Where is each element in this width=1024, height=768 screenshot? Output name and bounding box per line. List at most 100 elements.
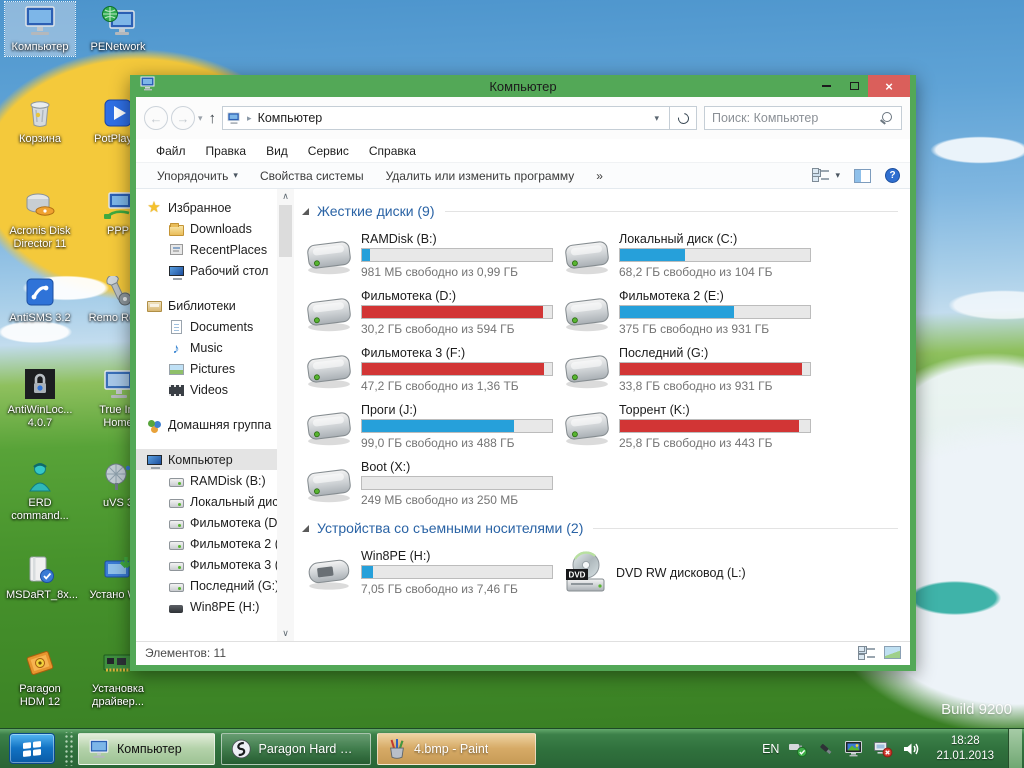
usb-drive-icon [307, 558, 351, 590]
display-settings-icon[interactable] [844, 740, 864, 758]
sidebar-item-win8pe-h[interactable]: Win8PE (H:) [136, 596, 294, 617]
drive-tile-torrent-k[interactable]: Торрент (K:) 25,8 ГБ свободно из 443 ГБ [562, 398, 820, 455]
taskbar-grip [63, 731, 74, 766]
sidebar-item-pictures[interactable]: Pictures [136, 358, 294, 379]
sidebar-group-computer[interactable]: Компьютер [136, 449, 294, 470]
hard-drive-icon [306, 411, 352, 446]
phone-icon [22, 275, 58, 309]
volume-icon[interactable] [902, 740, 922, 758]
erd-figure-icon [22, 460, 58, 494]
desktop-icon-recycle-bin[interactable]: Корзина [5, 94, 75, 148]
sidebar-item-music[interactable]: ♪ Music [136, 337, 294, 358]
hard-drive-icon [306, 240, 352, 275]
back-button[interactable]: ← [144, 106, 168, 130]
sidebar-item-filmoteka2-e[interactable]: Фильмотека 2 (Е [136, 533, 294, 554]
taskbar-button-computer[interactable]: Компьютер [78, 732, 215, 765]
menu-file[interactable]: Файл [146, 139, 196, 162]
sidebar-item-filmoteka3-f[interactable]: Фильмотека 3 (F [136, 554, 294, 575]
language-indicator[interactable]: EN [762, 742, 779, 756]
drive-tile-win8pe-h[interactable]: Win8PE (H:) 7,05 ГБ свободно из 7,46 ГБ [304, 544, 562, 601]
minimize-button[interactable] [812, 75, 840, 97]
network-error-icon[interactable] [873, 740, 893, 758]
navigation-pane: ★ Избранное Downloads RecentPlaces Рабоч… [136, 189, 294, 641]
desktop-icon-penetwork[interactable]: PENetwork [83, 2, 153, 56]
organize-button[interactable]: Упорядочить ▾ [146, 163, 249, 188]
drive-tile-ramdisk-b[interactable]: RAMDisk (B:) 981 МБ свободно из 0,99 ГБ [304, 227, 562, 284]
forward-button[interactable]: → [171, 106, 195, 130]
history-dropdown-icon[interactable]: ▾ [198, 113, 203, 124]
command-bar: Упорядочить ▾ Свойства системы Удалить ил… [136, 162, 910, 189]
sidebar-group-homegroup[interactable]: Домашняя группа [136, 414, 294, 435]
desktop-icon-msdart[interactable]: MSDaRT_8x... [5, 550, 78, 604]
sidebar-item-local-disk-c[interactable]: Локальный диск [136, 491, 294, 512]
sidebar-item-desktop[interactable]: Рабочий стол [136, 260, 294, 281]
up-button[interactable]: ↑ [209, 110, 217, 127]
toolbar-overflow-button[interactable]: » [585, 163, 614, 188]
sidebar-group-libraries[interactable]: Библиотеки [136, 295, 294, 316]
items-count: Элементов: 11 [145, 645, 226, 660]
address-dropdown-icon[interactable]: ▾ [648, 113, 665, 124]
menu-help[interactable]: Справка [359, 139, 426, 162]
clock[interactable]: 18:28 21.01.2013 [936, 734, 994, 764]
drive-tile-filmoteka3-f[interactable]: Фильмотека 3 (F:) 47,2 ГБ свободно из 1,… [304, 341, 562, 398]
menu-tools[interactable]: Сервис [298, 139, 359, 162]
safely-remove-icon[interactable] [788, 740, 808, 758]
disk-stack-icon [22, 188, 58, 222]
breadcrumb[interactable]: Компьютер [258, 111, 323, 125]
taskbar-button-paragon[interactable]: Paragon Hard Dis... [221, 732, 371, 765]
system-properties-button[interactable]: Свойства системы [249, 163, 375, 188]
scroll-up-icon[interactable]: ∧ [282, 191, 289, 202]
taskbar-button-paint[interactable]: 4.bmp - Paint [377, 732, 536, 765]
sidebar-item-downloads[interactable]: Downloads [136, 218, 294, 239]
dvd-drive-icon: DVD [566, 550, 605, 591]
scroll-down-icon[interactable]: ∨ [282, 628, 289, 639]
thumbnail-view-button[interactable] [884, 646, 901, 659]
show-desktop-button[interactable] [1008, 728, 1022, 768]
menu-edit[interactable]: Правка [196, 139, 257, 162]
sidebar-scrollbar[interactable]: ∧ ∨ [277, 189, 294, 641]
taskbar: Компьютер Paragon Hard Dis... 4.bmp - Pa… [0, 728, 1024, 768]
sidebar-item-ramdisk-b[interactable]: RAMDisk (B:) [136, 470, 294, 491]
sidebar-item-videos[interactable]: Videos [136, 379, 294, 400]
help-button[interactable]: ? [885, 168, 900, 183]
address-bar[interactable]: ▸ Компьютер ▾ [222, 106, 670, 130]
sidebar-item-documents[interactable]: Documents [136, 316, 294, 337]
sidebar-item-recent-places[interactable]: RecentPlaces [136, 239, 294, 260]
desktop: { "desktop": { "build_label": "Build 920… [0, 0, 1024, 768]
desktop-icon-paragon[interactable]: Paragon HDM 12 [5, 644, 75, 711]
desktop-icon-erd-commander[interactable]: ERD command... [5, 458, 75, 525]
desktop-icon-acronis[interactable]: Acronis Disk Director 11 [5, 186, 75, 253]
refresh-button[interactable] [670, 106, 697, 130]
preview-pane-button[interactable] [854, 168, 871, 183]
desktop-icon-computer[interactable]: Компьютер [4, 1, 76, 57]
drive-tile-filmoteka2-e[interactable]: Фильмотека 2 (E:) 375 ГБ свободно из 931… [562, 284, 820, 341]
desktop-icon-antisms[interactable]: AntiSMS 3.2 [5, 273, 75, 327]
section-header-removable[interactable]: Устройства со съемными носителями (2) [302, 520, 898, 536]
window-titlebar[interactable]: Компьютер × [136, 75, 910, 97]
section-header-hard-disks[interactable]: Жесткие диски (9) [302, 203, 898, 219]
drive-tile-dvd-l[interactable]: DVD DVD RW дисковод (L:) [562, 544, 820, 601]
menu-view[interactable]: Вид [256, 139, 298, 162]
collapse-triangle-icon[interactable] [302, 524, 309, 532]
search-box[interactable]: Поиск: Компьютер [704, 106, 902, 130]
change-view-button[interactable]: ▾ [812, 168, 840, 183]
drive-tile-local-disk-c[interactable]: Локальный диск (C:) 68,2 ГБ свободно из … [562, 227, 820, 284]
sidebar-item-posledniy-g[interactable]: Последний (G:) [136, 575, 294, 596]
desktop-icon-antiwinlock[interactable]: AntiWinLoc... 4.0.7 [5, 365, 75, 432]
close-button[interactable]: × [868, 75, 910, 97]
collapse-triangle-icon[interactable] [302, 207, 309, 215]
sidebar-item-filmoteka-d[interactable]: Фильмотека (D: [136, 512, 294, 533]
drive-icon [168, 540, 184, 550]
uninstall-program-button[interactable]: Удалить или изменить программу [375, 163, 586, 188]
scrollbar-thumb[interactable] [279, 205, 292, 257]
drive-tile-progi-j[interactable]: Проги (J:) 99,0 ГБ свободно из 488 ГБ [304, 398, 562, 455]
film-strip-icon [168, 385, 184, 396]
drive-tile-boot-x[interactable]: Boot (X:) 249 МБ свободно из 250 МБ [304, 455, 562, 512]
maximize-button[interactable] [840, 75, 868, 97]
details-view-button[interactable] [858, 645, 875, 660]
drive-tile-filmoteka-d[interactable]: Фильмотека (D:) 30,2 ГБ свободно из 594 … [304, 284, 562, 341]
start-button[interactable] [9, 733, 55, 764]
usb-plug-icon[interactable] [817, 740, 835, 758]
sidebar-group-favorites[interactable]: ★ Избранное [136, 197, 294, 218]
drive-tile-posledniy-g[interactable]: Последний (G:) 33,8 ГБ свободно из 931 Г… [562, 341, 820, 398]
